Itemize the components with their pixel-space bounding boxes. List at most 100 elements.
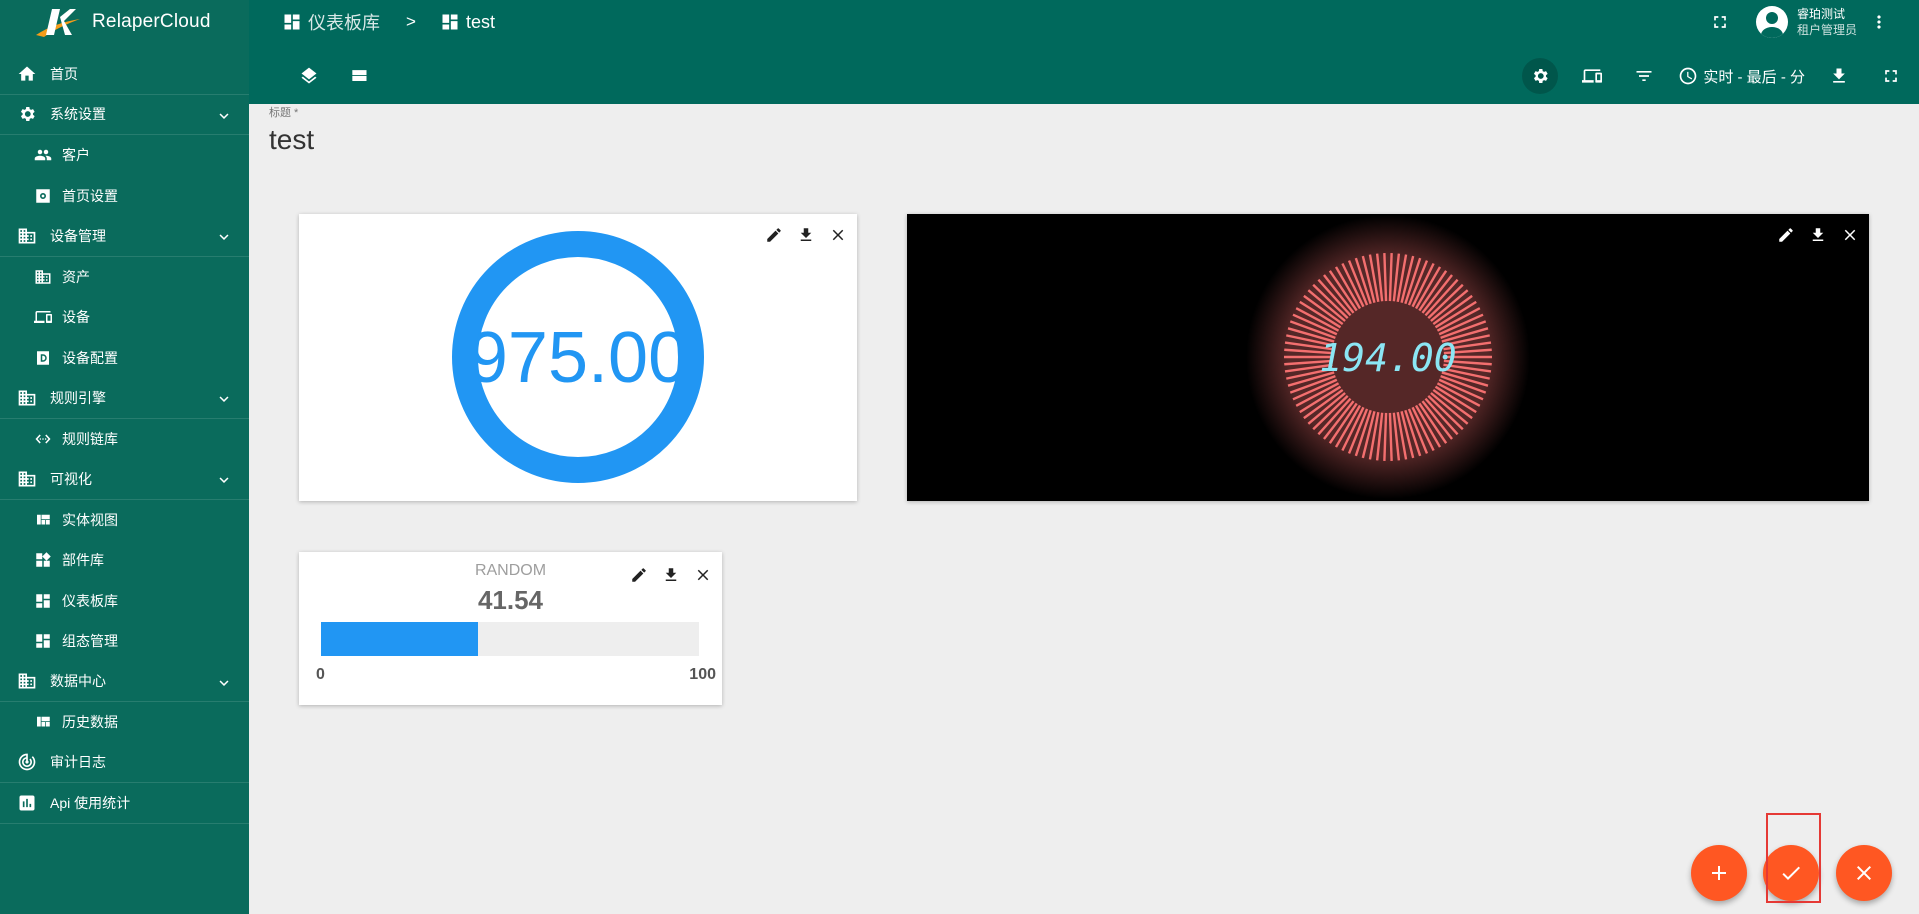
- settings-box-icon: [32, 185, 54, 207]
- edit-widget-button[interactable]: [1775, 224, 1797, 246]
- chevron-down-icon[interactable]: [215, 228, 231, 244]
- bar-fill: [321, 622, 479, 656]
- lcd-gauge-widget[interactable]: 194.00: [907, 214, 1869, 501]
- sidebar-item-label: 审计日志: [50, 754, 106, 771]
- sidebar-item-label: Api 使用统计: [50, 794, 131, 811]
- sidebar-item-0[interactable]: 首页: [0, 54, 249, 95]
- download-icon: [1833, 68, 1845, 83]
- lcd-tick: [1383, 412, 1388, 461]
- insert-chart-icon: [16, 792, 38, 814]
- export-widget-button[interactable]: [795, 224, 817, 246]
- layers-button[interactable]: [291, 58, 327, 94]
- sidebar-item-label: 首页: [50, 65, 78, 82]
- top-header: 仪表板库 > test 睿珀测试 租户管理员 实时 - 最后 - 分: [249, 0, 1919, 104]
- sidebar-item-12[interactable]: 部件库: [0, 540, 249, 581]
- sidebar-item-label: 部件库: [62, 552, 104, 569]
- bar-track: [321, 622, 699, 656]
- sidebar-item-16[interactable]: 历史数据: [0, 702, 249, 743]
- sidebar-item-5[interactable]: 资产: [0, 257, 249, 298]
- remove-widget-button[interactable]: [692, 564, 714, 586]
- pencil-icon: [1779, 228, 1793, 242]
- remove-widget-button[interactable]: [827, 224, 849, 246]
- dashboard-icon: [32, 590, 54, 612]
- app-name: RelaperCloud: [92, 11, 211, 32]
- app-logo[interactable]: RelaperCloud: [0, 0, 249, 44]
- donut-gauge-widget[interactable]: 975.00: [299, 214, 857, 501]
- bar-value: 41.54: [477, 585, 544, 615]
- sidebar-item-label: 资产: [62, 268, 90, 285]
- sidebar-item-13[interactable]: 仪表板库: [0, 581, 249, 622]
- donut-value: 975.00: [468, 318, 688, 398]
- user-menu[interactable]: 睿珀测试 租户管理员: [1755, 6, 1857, 38]
- sidebar-item-9[interactable]: 规则链库: [0, 419, 249, 460]
- people-icon: [32, 144, 54, 166]
- breadcrumb-dashboards-link[interactable]: 仪表板库: [282, 9, 380, 35]
- fullscreen-button[interactable]: [1702, 4, 1738, 40]
- export-button[interactable]: [1821, 58, 1857, 94]
- sidebar-item-label: 系统设置: [50, 106, 106, 123]
- sidebar-item-3[interactable]: 首页设置: [0, 176, 249, 217]
- chevron-down-icon[interactable]: [215, 390, 231, 406]
- view-stream-icon: [352, 70, 367, 81]
- sidebar-item-7[interactable]: 设备配置: [0, 338, 249, 379]
- user-name: 睿珀测试: [1796, 7, 1845, 21]
- breadcrumb-separator: >: [406, 12, 416, 31]
- filter-button[interactable]: [1626, 58, 1662, 94]
- sidebar-item-14[interactable]: 组态管理: [0, 621, 249, 662]
- more-menu-button[interactable]: [1861, 4, 1897, 40]
- header-actions: 睿珀测试 租户管理员: [1702, 4, 1897, 40]
- dashboard-title-input[interactable]: test: [269, 124, 314, 156]
- sidebar-item-6[interactable]: 设备: [0, 297, 249, 338]
- relapercloud-logo-icon: [36, 9, 80, 37]
- track-changes-icon: [16, 751, 38, 773]
- timewindow-selector[interactable]: 实时 - 最后 - 分: [1678, 66, 1805, 87]
- sidebar-item-label: 可视化: [50, 470, 92, 487]
- export-widget-button[interactable]: [660, 564, 682, 586]
- sidebar-nav: 首页系统设置客户首页设置设备管理资产设备 设备配置 规则引擎规则链库可视化实体视图部…: [0, 54, 249, 824]
- close-icon: [1844, 229, 1856, 241]
- sidebar-item-label: 仪表板库: [62, 592, 118, 609]
- bar-min-label: 0: [316, 666, 325, 683]
- dashboard-layout-button[interactable]: [341, 58, 377, 94]
- remove-widget-button[interactable]: [1839, 224, 1861, 246]
- sidebar-item-2[interactable]: 客户: [0, 135, 249, 176]
- domain-icon: [16, 387, 38, 409]
- bar-max-label: 100: [689, 666, 716, 683]
- sidebar-item-18[interactable]: Api 使用统计: [0, 783, 249, 824]
- domain-icon: [16, 225, 38, 247]
- dashboard-icon: [32, 630, 54, 652]
- lcd-tick: [1388, 253, 1393, 302]
- progress-bar-widget[interactable]: RANDOM 41.54 0 100: [299, 552, 722, 705]
- filter-list-icon: [1636, 71, 1652, 81]
- chevron-down-icon[interactable]: [215, 107, 231, 123]
- sidebar-item-17[interactable]: 审计日志: [0, 743, 249, 783]
- sidebar-item-label: 设备管理: [50, 227, 106, 244]
- export-widget-button[interactable]: [1807, 224, 1829, 246]
- dashboard-icon: [440, 12, 460, 32]
- expand-button[interactable]: [1873, 58, 1909, 94]
- domain-icon: [16, 670, 38, 692]
- plus-icon: [1712, 866, 1726, 880]
- sidebar-item-15[interactable]: 数据中心: [0, 662, 249, 702]
- sidebar-item-label: 首页设置: [62, 187, 118, 204]
- add-widget-button[interactable]: [1691, 845, 1747, 901]
- edit-widget-button[interactable]: [763, 224, 785, 246]
- settings-button[interactable]: [1522, 58, 1559, 94]
- devices-button[interactable]: [1574, 58, 1610, 94]
- download-icon: [1812, 228, 1824, 241]
- lcd-tick: [1383, 253, 1388, 302]
- sidebar-item-label: 规则链库: [62, 430, 118, 447]
- sidebar-item-10[interactable]: 可视化: [0, 459, 249, 500]
- chevron-down-icon[interactable]: [215, 471, 231, 487]
- devices-icon: [32, 306, 54, 328]
- sidebar-item-11[interactable]: 实体视图: [0, 500, 249, 541]
- chevron-down-icon[interactable]: [215, 674, 231, 690]
- sidebar-item-1[interactable]: 系统设置: [0, 95, 249, 135]
- decline-changes-button[interactable]: [1836, 845, 1892, 901]
- timewindow-label: 实时 - 最后 - 分: [1703, 68, 1805, 86]
- edit-widget-button[interactable]: [628, 564, 650, 586]
- breadcrumb-parent-label: 仪表板库: [308, 13, 380, 33]
- dashboard-icon: [282, 12, 302, 32]
- sidebar-item-4[interactable]: 设备管理: [0, 216, 249, 257]
- sidebar-item-8[interactable]: 规则引擎: [0, 378, 249, 419]
